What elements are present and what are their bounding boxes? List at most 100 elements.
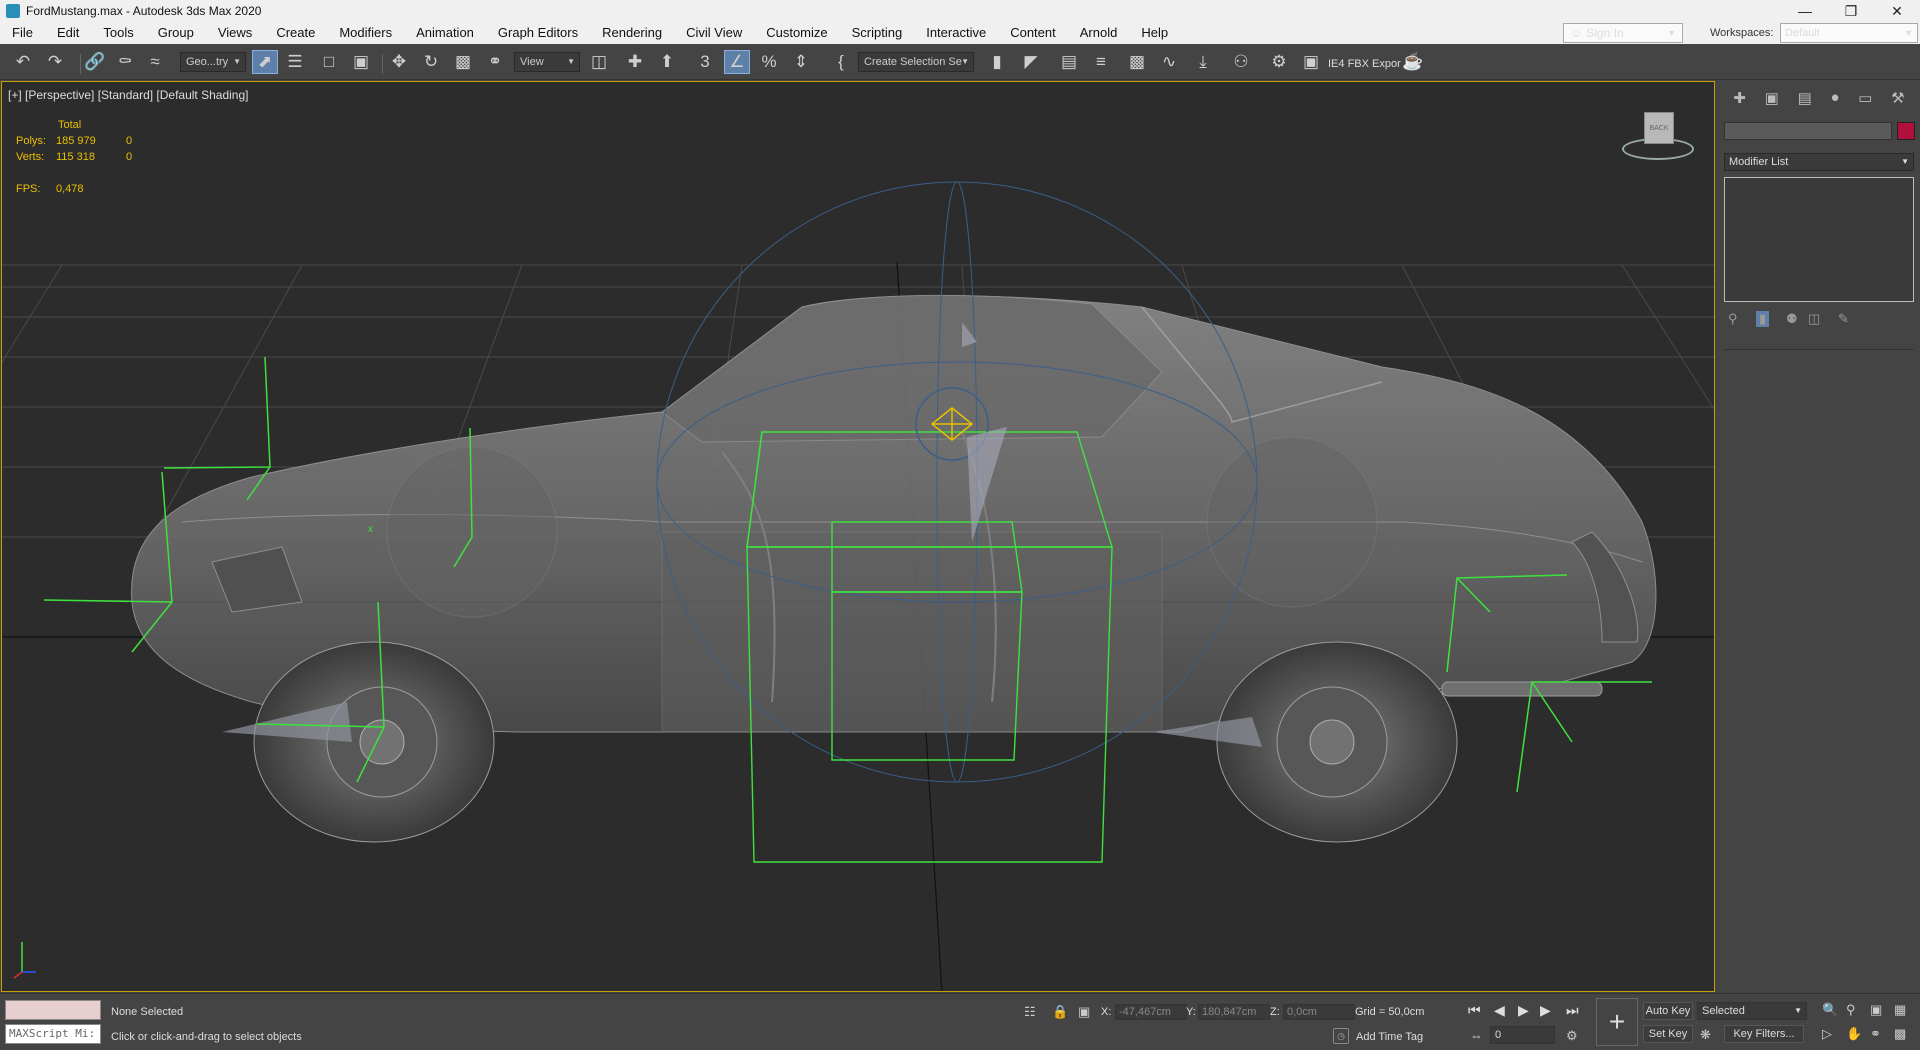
menu-graph-editors[interactable]: Graph Editors (486, 22, 590, 44)
scene-explorer-icon[interactable]: ▤ (1056, 50, 1082, 74)
menu-arnold[interactable]: Arnold (1068, 22, 1130, 44)
unlink-icon[interactable]: ⚰ (112, 50, 138, 74)
time-configuration-icon[interactable]: ⚙ (1566, 1028, 1578, 1044)
keyboard-shortcut-override-icon[interactable]: ⬆ (654, 50, 680, 74)
pivot-center-icon[interactable]: ◫ (586, 50, 612, 74)
toggle-ribbon-icon[interactable]: ▩ (1124, 50, 1150, 74)
menu-content[interactable]: Content (998, 22, 1068, 44)
pin-stack-icon[interactable]: ⚲ (1728, 311, 1738, 327)
menu-tools[interactable]: Tools (91, 22, 145, 44)
menu-civil-view[interactable]: Civil View (674, 22, 754, 44)
previous-frame-icon[interactable]: ◀ (1494, 1002, 1505, 1019)
menu-interactive[interactable]: Interactive (914, 22, 998, 44)
close-icon[interactable]: ✕ (1874, 0, 1920, 22)
render-production-icon[interactable]: ☕ (1400, 50, 1426, 74)
move-icon[interactable]: ✥ (386, 50, 412, 74)
default-in-out-tangents-icon[interactable]: ❋ (1700, 1027, 1711, 1043)
sign-in-dropdown[interactable]: ☺ Sign In ▼ (1563, 23, 1683, 43)
make-unique-icon[interactable]: ⚉ (1786, 311, 1798, 327)
named-selection-dropdown[interactable]: Create Selection Se ▼ (858, 52, 974, 72)
menu-rendering[interactable]: Rendering (590, 22, 674, 44)
snaps-toggle-icon[interactable]: 3 (692, 50, 718, 74)
next-frame-icon[interactable]: ▶ (1540, 1002, 1551, 1019)
menu-customize[interactable]: Customize (754, 22, 839, 44)
schematic-view-icon[interactable]: ⤓ (1190, 50, 1216, 74)
maximize-viewport-icon[interactable]: ▩ (1894, 1026, 1906, 1042)
reference-coordinate-dropdown[interactable]: View ▼ (514, 52, 580, 72)
motion-tab-icon[interactable]: ● (1830, 89, 1839, 113)
time-tag-icon[interactable]: ◷ (1333, 1028, 1349, 1044)
zoom-extents-icon[interactable]: ▣ (1870, 1002, 1882, 1018)
viewport-label[interactable]: [+] [Perspective] [Standard] [Default Sh… (8, 88, 248, 102)
field-of-view-icon[interactable]: ▷ (1822, 1026, 1832, 1042)
isolate-selection-icon[interactable]: ☷ (1024, 1004, 1036, 1020)
selection-lock-icon[interactable]: 🔒 (1052, 1004, 1068, 1020)
place-icon[interactable]: ⚭ (482, 50, 508, 74)
menu-scripting[interactable]: Scripting (840, 22, 915, 44)
angle-snap-icon[interactable]: ∠ (724, 50, 750, 74)
menu-create[interactable]: Create (264, 22, 327, 44)
utilities-tab-icon[interactable]: ⚒ (1891, 89, 1904, 113)
object-name-field[interactable] (1724, 122, 1892, 140)
edit-named-selection-icon[interactable]: { (828, 50, 854, 74)
redo-icon[interactable]: ↷ (42, 50, 68, 74)
current-frame-field[interactable]: 0 (1490, 1026, 1555, 1044)
zoom-all-icon[interactable]: ⚲ (1846, 1002, 1856, 1018)
curve-editor-icon[interactable]: ∿ (1156, 50, 1182, 74)
modifier-stack[interactable] (1724, 177, 1914, 302)
menu-animation[interactable]: Animation (404, 22, 486, 44)
create-tab-icon[interactable]: ✚ (1733, 89, 1746, 113)
play-icon[interactable]: ▶ (1518, 1002, 1529, 1019)
scale-icon[interactable]: ▩ (450, 50, 476, 74)
menu-group[interactable]: Group (146, 22, 206, 44)
configure-modifier-sets-icon[interactable]: ✎ (1838, 311, 1849, 327)
maxscript-mini-input[interactable]: MAXScript Mi: (5, 1024, 101, 1044)
show-end-result-icon[interactable]: ▮ (1756, 311, 1770, 327)
zoom-icon[interactable]: 🔍 (1822, 1002, 1838, 1018)
fbx-export-button[interactable]: IE4 FBX Expor (1328, 58, 1401, 70)
auto-key-button[interactable]: Auto Key (1643, 1002, 1693, 1020)
spinner-snap-icon[interactable]: ⇕ (788, 50, 814, 74)
rotate-icon[interactable]: ↻ (418, 50, 444, 74)
render-setup-icon[interactable]: ⚙ (1266, 50, 1292, 74)
layer-explorer-icon[interactable]: ≡ (1088, 50, 1114, 74)
viewcube[interactable]: BACK (1622, 112, 1694, 168)
workspace-select[interactable]: Default ▼ (1780, 23, 1918, 43)
modifier-list-dropdown[interactable]: Modifier List ▼ (1724, 153, 1914, 171)
add-time-tag-button[interactable]: Add Time Tag (1356, 1031, 1423, 1043)
window-crossing-icon[interactable]: ▣ (348, 50, 374, 74)
select-by-name-icon[interactable]: ☰ (282, 50, 308, 74)
mirror-icon[interactable]: ▮ (984, 50, 1010, 74)
menu-help[interactable]: Help (1129, 22, 1180, 44)
key-selection-set-dropdown[interactable]: Selected ▼ (1697, 1002, 1807, 1020)
viewport-scene[interactable]: x (2, 82, 1715, 992)
absolute-mode-icon[interactable]: ▣ (1078, 1004, 1090, 1020)
perspective-viewport[interactable]: x [+] [Perspective] [Standard] [Default … (1, 81, 1715, 992)
percent-snap-icon[interactable]: % (756, 50, 782, 74)
object-color-swatch[interactable] (1897, 122, 1915, 140)
link-icon[interactable]: 🔗 (82, 50, 108, 74)
key-mode-toggle-icon[interactable]: ⇔ (1470, 1028, 1483, 1043)
menu-modifiers[interactable]: Modifiers (327, 22, 404, 44)
menu-edit[interactable]: Edit (45, 22, 91, 44)
bind-space-warp-icon[interactable]: ≈ (142, 50, 168, 74)
menu-file[interactable]: File (0, 22, 45, 44)
material-editor-icon[interactable]: ⚇ (1228, 50, 1254, 74)
set-key-button[interactable]: Set Key (1643, 1025, 1693, 1043)
select-manipulate-icon[interactable]: ✚ (622, 50, 648, 74)
z-coordinate-field[interactable]: 0,0cm (1283, 1004, 1355, 1020)
maxscript-listener[interactable] (5, 1000, 101, 1020)
minimize-icon[interactable]: — (1782, 0, 1828, 22)
restore-icon[interactable]: ❐ (1828, 0, 1874, 22)
menu-views[interactable]: Views (206, 22, 264, 44)
align-icon[interactable]: ◤ (1018, 50, 1044, 74)
undo-icon[interactable]: ↶ (10, 50, 36, 74)
select-object-icon[interactable]: ⬈ (252, 50, 278, 74)
rectangular-selection-icon[interactable]: □ (316, 50, 342, 74)
set-keys-icon[interactable]: + (1596, 998, 1638, 1046)
key-filters-button[interactable]: Key Filters... (1724, 1025, 1804, 1043)
y-coordinate-field[interactable]: 180,847cm (1198, 1004, 1270, 1020)
go-to-end-icon[interactable]: ⏭ (1566, 1002, 1579, 1019)
remove-modifier-icon[interactable]: ◫ (1808, 311, 1820, 327)
render-frame-window-icon[interactable]: ▣ (1298, 50, 1324, 74)
